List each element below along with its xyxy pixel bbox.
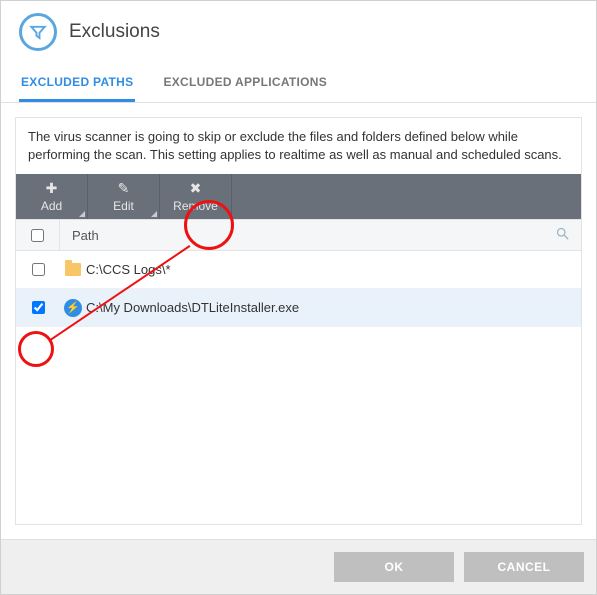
dialog-header: Exclusions — [1, 1, 596, 59]
select-all-checkbox[interactable] — [31, 229, 44, 242]
row-checkbox-cell — [16, 263, 60, 276]
folder-icon — [60, 263, 86, 276]
select-all-cell — [16, 220, 60, 250]
row-checkbox[interactable] — [32, 263, 45, 276]
x-icon: ✖ — [160, 180, 231, 197]
row-checkbox[interactable] — [32, 301, 45, 314]
exe-icon: ⚡ — [60, 299, 86, 317]
dialog-title: Exclusions — [69, 21, 160, 43]
remove-button[interactable]: ✖ Remove — [160, 174, 232, 219]
edit-label: Edit — [113, 199, 134, 213]
search-icon[interactable] — [543, 226, 581, 245]
dropdown-indicator — [151, 211, 157, 217]
column-header-row: Path — [16, 219, 581, 251]
edit-button[interactable]: ✎ Edit — [88, 174, 160, 219]
add-button[interactable]: ✚ Add — [16, 174, 88, 219]
path-column-header[interactable]: Path — [60, 228, 543, 243]
table-row[interactable]: C:\CCS Logs\* — [16, 251, 581, 289]
dialog-footer: OK CANCEL — [1, 539, 596, 594]
pencil-icon: ✎ — [88, 180, 159, 197]
cancel-button[interactable]: CANCEL — [464, 552, 584, 582]
tab-excluded-applications[interactable]: EXCLUDED APPLICATIONS — [161, 65, 329, 102]
tab-bar: EXCLUDED PATHS EXCLUDED APPLICATIONS — [1, 65, 596, 103]
row-checkbox-cell — [16, 301, 60, 314]
toolbar: ✚ Add ✎ Edit ✖ Remove — [16, 174, 581, 219]
plus-icon: ✚ — [16, 180, 87, 197]
rows-container: C:\CCS Logs\* ⚡C:\My Downloads\DTLiteInst… — [16, 251, 581, 524]
remove-label: Remove — [173, 199, 218, 213]
add-label: Add — [41, 199, 62, 213]
row-path-text: C:\My Downloads\DTLiteInstaller.exe — [86, 300, 581, 315]
filter-icon — [19, 13, 57, 51]
table-row[interactable]: ⚡C:\My Downloads\DTLiteInstaller.exe — [16, 289, 581, 327]
exclusions-dialog: Exclusions EXCLUDED PATHS EXCLUDED APPLI… — [0, 0, 597, 595]
dropdown-indicator — [79, 211, 85, 217]
ok-button[interactable]: OK — [334, 552, 454, 582]
exclusions-panel: The virus scanner is going to skip or ex… — [15, 117, 582, 525]
content-area: The virus scanner is going to skip or ex… — [1, 103, 596, 539]
tab-excluded-paths[interactable]: EXCLUDED PATHS — [19, 65, 135, 102]
row-path-text: C:\CCS Logs\* — [86, 262, 581, 277]
description-text: The virus scanner is going to skip or ex… — [16, 118, 581, 174]
